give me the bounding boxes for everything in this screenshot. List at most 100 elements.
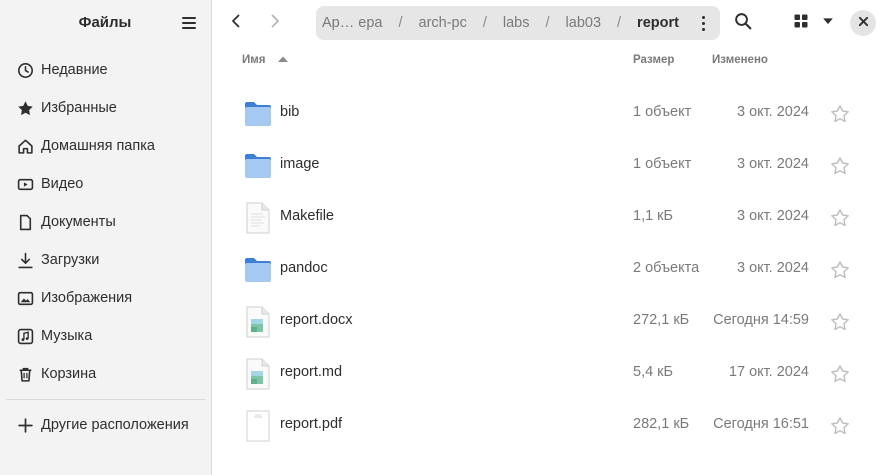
view-options-button[interactable] [817, 9, 839, 37]
sidebar-item-downloads[interactable]: Загрузки [6, 241, 205, 279]
file-row[interactable]: report.pdf 282,1 кБ Сегодня 16:51 [212, 400, 886, 452]
close-icon [858, 15, 869, 31]
sidebar-other: Другие расположения [6, 406, 205, 444]
file-name: bib [280, 104, 300, 120]
grid-view-icon [793, 13, 809, 33]
file-name: Makefile [280, 208, 334, 224]
hamburger-icon [182, 17, 196, 19]
file-size: 2 объекта [633, 260, 700, 276]
header-bar: Ар… ера / arch-pc / labs / lab03 / repor… [212, 0, 886, 46]
file-row[interactable]: report.md 5,4 кБ 17 окт. 2024 [212, 348, 886, 400]
breadcrumb-separator: / [398, 15, 403, 31]
breadcrumb-separator: / [617, 15, 622, 31]
file-modified: 3 окт. 2024 [736, 208, 809, 224]
pdf-thumbnail-icon [243, 410, 273, 442]
sidebar-places: Недавние Избранные Домашняя папка Видео [6, 51, 205, 393]
sidebar: Файлы Недавние Избранные Домашняя папка … [0, 0, 212, 475]
folder-icon [243, 254, 273, 286]
sidebar-item-label: Видео [41, 176, 84, 192]
document-icon [16, 213, 34, 231]
chevron-down-icon [821, 14, 835, 32]
sidebar-item-videos[interactable]: Видео [6, 165, 205, 203]
file-manager-window: Файлы Недавние Избранные Домашняя папка … [0, 0, 886, 475]
star-toggle-icon[interactable] [830, 104, 850, 124]
breadcrumb-item[interactable]: arch-pc [419, 15, 467, 31]
clock-icon [16, 61, 34, 79]
sidebar-header: Файлы [0, 0, 211, 46]
star-toggle-icon[interactable] [830, 156, 850, 176]
file-row[interactable]: Makefile 1,1 кБ 3 окт. 2024 [212, 192, 886, 244]
download-icon [16, 251, 34, 269]
star-toggle-icon[interactable] [830, 312, 850, 332]
file-row[interactable]: report.docx 272,1 кБ Сегодня 14:59 [212, 296, 886, 348]
sidebar-item-label: Корзина [41, 366, 97, 382]
breadcrumb-item[interactable]: lab03 [566, 15, 601, 31]
column-name-label: Имя [242, 54, 266, 67]
more-vertical-icon [701, 15, 705, 19]
file-size: 1 объект [633, 156, 692, 172]
view-toggle-button[interactable] [788, 9, 814, 37]
sidebar-item-label: Изображения [41, 290, 133, 306]
chevron-right-icon [267, 13, 283, 33]
file-name: report.pdf [280, 416, 343, 432]
sidebar-item-label: Документы [41, 214, 116, 230]
sidebar-item-other-locations[interactable]: Другие расположения [6, 406, 205, 444]
file-size: 5,4 кБ [633, 364, 674, 380]
text-file-icon [243, 202, 273, 234]
forward-button[interactable] [260, 9, 290, 37]
file-modified: Сегодня 14:59 [713, 312, 809, 328]
folder-icon [243, 98, 273, 130]
path-menu-button[interactable] [686, 6, 720, 40]
star-icon [16, 99, 34, 117]
search-icon [734, 12, 752, 34]
sidebar-item-documents[interactable]: Документы [6, 203, 205, 241]
star-toggle-icon[interactable] [830, 416, 850, 436]
folder-icon [243, 150, 273, 182]
file-modified: 3 окт. 2024 [736, 156, 809, 172]
breadcrumb-separator: / [482, 15, 487, 31]
file-row[interactable]: bib 1 объект 3 окт. 2024 [212, 88, 886, 140]
sidebar-item-trash[interactable]: Корзина [6, 355, 205, 393]
sidebar-item-label: Недавние [41, 62, 108, 78]
file-modified: Сегодня 16:51 [713, 416, 809, 432]
file-name: image [280, 156, 320, 172]
file-name: pandoc [280, 260, 328, 276]
file-size: 1 объект [633, 104, 692, 120]
sidebar-item-label: Избранные [41, 100, 117, 116]
breadcrumb-item[interactable]: Ар… ера [322, 15, 382, 31]
file-size: 1,1 кБ [633, 208, 674, 224]
file-row[interactable]: pandoc 2 объекта 3 окт. 2024 [212, 244, 886, 296]
breadcrumb-current[interactable]: report [637, 15, 679, 31]
file-modified: 17 окт. 2024 [728, 364, 809, 380]
file-size: 272,1 кБ [633, 312, 690, 328]
sidebar-divider [6, 399, 205, 400]
breadcrumb: Ар… ера / arch-pc / labs / lab03 / repor… [316, 15, 679, 31]
sidebar-item-music[interactable]: Музыка [6, 317, 205, 355]
star-toggle-icon[interactable] [830, 364, 850, 384]
file-size: 282,1 кБ [633, 416, 690, 432]
path-bar: Ар… ера / arch-pc / labs / lab03 / repor… [316, 6, 720, 40]
star-toggle-icon[interactable] [830, 208, 850, 228]
sidebar-item-label: Музыка [41, 328, 93, 344]
back-button[interactable] [221, 9, 251, 37]
file-row[interactable]: image 1 объект 3 окт. 2024 [212, 140, 886, 192]
sidebar-item-recent[interactable]: Недавние [6, 51, 205, 89]
home-icon [16, 137, 34, 155]
document-thumbnail-icon [243, 358, 273, 390]
sidebar-item-pictures[interactable]: Изображения [6, 279, 205, 317]
main-menu-button[interactable] [176, 12, 202, 34]
trash-icon [16, 365, 34, 383]
main-view: Ар… ера / arch-pc / labs / lab03 / repor… [212, 0, 886, 475]
search-button[interactable] [730, 9, 756, 37]
close-button[interactable] [850, 10, 876, 36]
star-toggle-icon[interactable] [830, 260, 850, 280]
video-icon [16, 175, 34, 193]
column-size-header[interactable]: Размер [633, 54, 674, 66]
file-modified: 3 окт. 2024 [736, 260, 809, 276]
breadcrumb-item[interactable]: labs [503, 15, 530, 31]
sidebar-item-home[interactable]: Домашняя папка [6, 127, 205, 165]
breadcrumb-separator: / [545, 15, 550, 31]
sidebar-item-starred[interactable]: Избранные [6, 89, 205, 127]
column-name-header[interactable]: Имя [242, 54, 289, 66]
column-modified-header[interactable]: Изменено [712, 54, 768, 66]
